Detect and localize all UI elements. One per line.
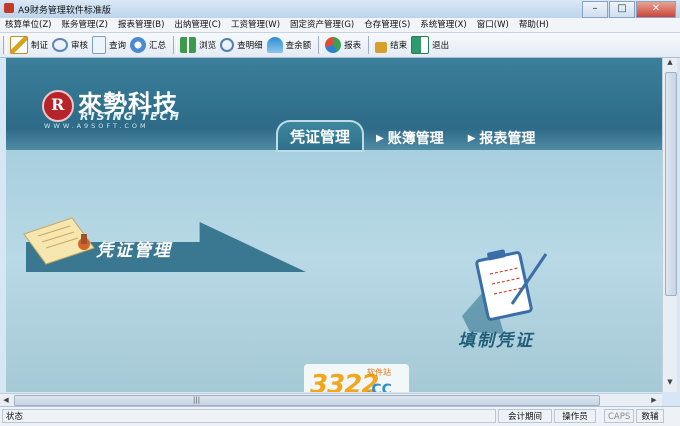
watermark-badge: 3322 软件站 .CC	[304, 364, 409, 392]
menu-ledger[interactable]: 账务管理(Z)	[56, 18, 112, 32]
toolbar-label: 汇总	[149, 41, 167, 51]
maximize-button[interactable]: □	[609, 1, 635, 18]
toolbar-label: 审核	[71, 41, 89, 51]
menu-reports[interactable]: 报表管理(B)	[113, 18, 169, 32]
sum-icon	[130, 37, 147, 53]
toolbar: 制证 审核 查询 汇总 浏览 查明细 查余额 报表 结束 退出	[0, 33, 680, 58]
toolbar-label: 结束	[390, 41, 408, 51]
menu-bar: 核算单位(Z) 账务管理(Z) 报表管理(B) 出纳管理(C) 工资管理(W) …	[0, 18, 680, 33]
scroll-up-icon[interactable]: ▲	[663, 58, 677, 70]
pie-icon	[325, 37, 342, 53]
tab-label: 凭证管理	[290, 127, 351, 146]
book-icon	[180, 37, 197, 53]
pen-icon	[10, 36, 28, 54]
menu-help[interactable]: 帮助(H)	[514, 18, 554, 32]
watermark-tag: 软件站	[367, 368, 391, 377]
menu-fixed-assets[interactable]: 固定资产管理(G)	[285, 18, 359, 32]
menu-cashier[interactable]: 出纳管理(C)	[169, 18, 226, 32]
chart-icon	[266, 37, 283, 53]
status-num: 数辅	[636, 409, 664, 423]
window-title: A9财务管理软件标准版	[18, 6, 111, 16]
toolbar-label: 报表	[344, 41, 362, 51]
toolbar-label: 退出	[432, 41, 450, 51]
toolbar-button-detail[interactable]: 查明细	[220, 34, 263, 56]
tab-report-management[interactable]: ▶ 报表管理	[456, 124, 548, 152]
triangle-right-icon: ▶	[376, 132, 384, 144]
minimize-button[interactable]: –	[582, 1, 608, 18]
menu-accounting-unit[interactable]: 核算单位(Z)	[0, 18, 56, 32]
module-tabs: 凭证管理 ▶ 账簿管理 ▶ 报表管理	[276, 120, 547, 152]
title-bar: A9财务管理软件标准版 – □ ✕	[0, 0, 680, 19]
vertical-scroll-thumb[interactable]	[665, 72, 677, 296]
app-icon	[4, 3, 14, 13]
toolbar-label: 查余额	[285, 41, 312, 51]
menu-inventory[interactable]: 仓存管理(S)	[359, 18, 415, 32]
toolbar-label: 制证	[31, 41, 49, 51]
main-content: 來勢科技 RISING TECH WWW.A9SOFT.COM 凭证管理 ▶ 账…	[6, 58, 662, 392]
menu-window[interactable]: 窗口(W)	[472, 18, 514, 32]
tab-label: 报表管理	[479, 131, 536, 147]
toolbar-button-browse[interactable]: 浏览	[180, 34, 216, 56]
tab-voucher-management[interactable]: 凭证管理	[276, 120, 365, 152]
triangle-right-icon: ▶	[467, 132, 476, 144]
toolbar-button-audit[interactable]: 审核	[52, 34, 88, 56]
toolbar-button-balance[interactable]: 查余额	[266, 34, 312, 56]
toolbar-button-summary[interactable]: 汇总	[130, 34, 166, 56]
status-bar: 状态 会计期间 操作员 CAPS 数辅	[0, 406, 680, 426]
magnifier-icon	[220, 38, 235, 52]
watermark-domain: .CC	[366, 382, 392, 392]
toolbar-button-close-period[interactable]: 结束	[375, 34, 407, 56]
exit-icon	[411, 36, 430, 54]
toolbar-button-exit[interactable]: 退出	[411, 34, 449, 56]
fill-voucher-label[interactable]: 填制凭证	[458, 326, 534, 351]
toolbar-label: 浏览	[199, 41, 217, 51]
toolbar-separator	[173, 36, 178, 54]
tab-ledger-management[interactable]: ▶ 账簿管理	[364, 124, 456, 152]
close-button[interactable]: ✕	[636, 1, 676, 18]
scroll-left-icon[interactable]: ◀	[0, 394, 12, 406]
lock-icon	[375, 41, 388, 53]
tab-label: 账簿管理	[387, 131, 444, 147]
toolbar-separator	[368, 36, 373, 54]
horizontal-scrollbar[interactable]: ◀ ||| ▶	[0, 393, 662, 406]
menu-system[interactable]: 系统管理(X)	[415, 18, 471, 32]
status-caps: CAPS	[604, 409, 634, 423]
app-window: A9财务管理软件标准版 – □ ✕ 核算单位(Z) 账务管理(Z) 报表管理(B…	[0, 0, 680, 426]
scroll-down-icon[interactable]: ▼	[663, 378, 677, 390]
status-text: 状态	[2, 409, 496, 423]
horizontal-scroll-thumb[interactable]: |||	[14, 395, 600, 406]
toolbar-button-query[interactable]: 查询	[92, 34, 126, 56]
vertical-scrollbar[interactable]: ▲ ▼	[662, 58, 677, 392]
glasses-icon	[52, 38, 69, 52]
status-operator: 操作员	[554, 409, 596, 423]
section-title: 凭证管理	[96, 241, 172, 261]
toolbar-separator	[318, 36, 323, 54]
brand-url: WWW.A9SOFT.COM	[44, 122, 149, 130]
toolbar-label: 查明细	[237, 41, 263, 51]
toolbar-label: 查询	[109, 41, 127, 51]
toolbar-button-report[interactable]: 报表	[325, 34, 361, 56]
certificate-icon	[23, 217, 95, 265]
toolbar-button-make-voucher[interactable]: 制证	[10, 34, 48, 56]
document-icon	[92, 36, 107, 54]
toolbar-separator	[3, 36, 7, 54]
scroll-right-icon[interactable]: ▶	[648, 394, 660, 406]
status-period: 会计期间	[498, 409, 552, 423]
brand-logo-icon	[42, 90, 74, 122]
grip-icon: |||	[193, 396, 201, 404]
menu-payroll[interactable]: 工资管理(W)	[226, 18, 285, 32]
